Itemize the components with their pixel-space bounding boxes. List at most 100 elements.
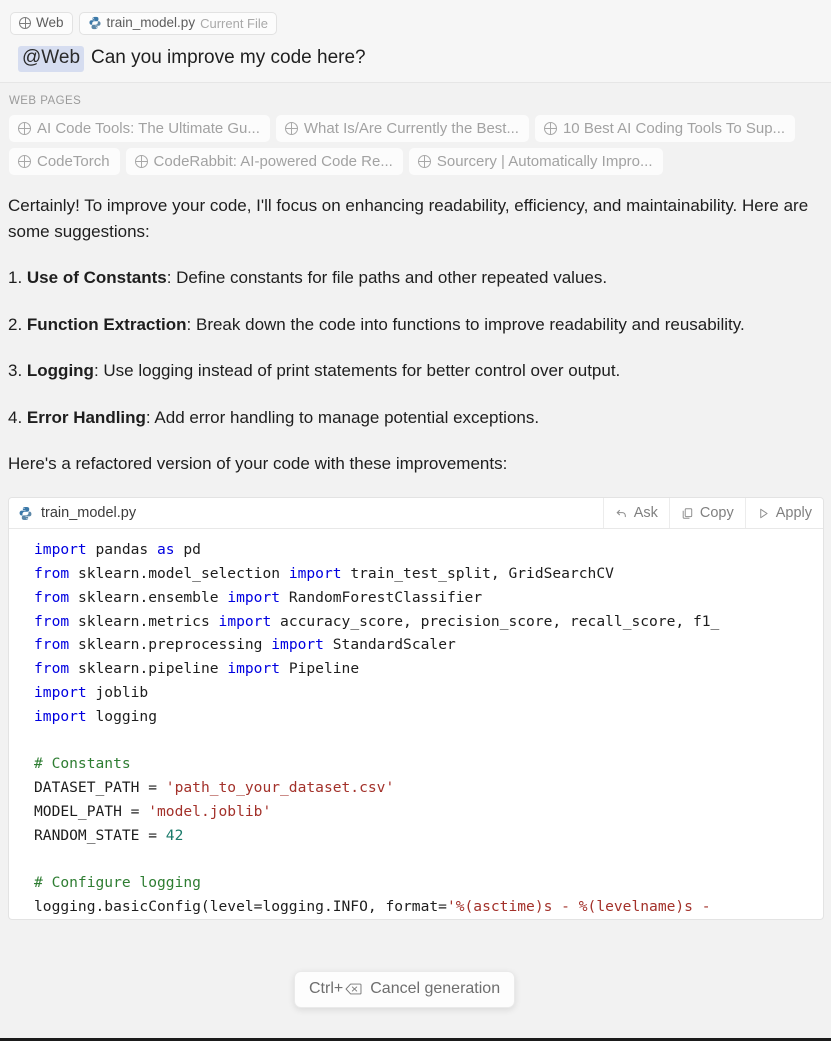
code-token: train_test_split, GridSearchCV — [341, 565, 614, 582]
code-token: Pipeline — [280, 660, 360, 678]
assistant-answer: Certainly! To improve your code, I'll fo… — [0, 185, 831, 477]
code-token: MODEL_PATH = — [34, 802, 149, 820]
code-block: train_model.py Ask Copy Apply import pan… — [8, 497, 824, 920]
context-chip-web[interactable]: Web — [10, 11, 73, 35]
cancel-shortcut-prefix: Ctrl+ — [309, 980, 344, 997]
code-block-actions: Ask Copy Apply — [602, 498, 823, 529]
code-token: 'model.joblib' — [148, 802, 272, 820]
code-token: from — [34, 636, 70, 654]
apply-button[interactable]: Apply — [744, 498, 823, 529]
web-pages-section: WEB PAGES AI Code Tools: The Ultimate Gu… — [0, 82, 831, 185]
code-token: accuracy_score, precision_score, recall_… — [271, 612, 720, 630]
code-line: from sklearn.ensemble import RandomFores… — [9, 586, 823, 610]
web-page-chip-label: Sourcery | Automatically Impro... — [436, 152, 653, 170]
web-pages-chip-list: AI Code Tools: The Ultimate Gu... What Is… — [0, 114, 831, 175]
answer-item-body: : Define constants for file paths and ot… — [166, 268, 608, 288]
answer-suggestion-item: 1. Use of Constants: Define constants fo… — [8, 265, 817, 291]
web-page-chip[interactable]: Sourcery | Automatically Impro... — [408, 147, 663, 175]
context-chip-file-sublabel: Current File — [200, 15, 268, 31]
answer-item-title: Error Handling — [26, 407, 146, 427]
code-token: import — [34, 707, 87, 725]
backspace-icon — [345, 983, 362, 995]
web-page-chip-label: CodeTorch — [37, 152, 110, 170]
globe-icon — [18, 121, 31, 135]
answer-item-body: : Break down the code into functions to … — [186, 314, 745, 334]
web-page-chip-label: What Is/Are Currently the Best... — [303, 119, 519, 137]
web-page-chip[interactable]: CodeRabbit: AI-powered Code Re... — [125, 147, 403, 175]
code-line: import pandas as pd — [9, 538, 823, 562]
answer-item-number: 3. — [8, 361, 27, 381]
apply-button-label: Apply — [775, 505, 812, 522]
code-token: pd — [174, 541, 201, 559]
undo-arrow-icon — [616, 509, 626, 517]
answer-item-title: Logging — [26, 361, 94, 381]
web-page-chip[interactable]: 10 Best AI Coding Tools To Sup... — [534, 114, 796, 142]
code-token: sklearn.model_selection — [69, 565, 289, 582]
answer-suggestion-item: 3. Logging: Use logging instead of print… — [8, 358, 817, 384]
web-page-chip[interactable]: What Is/Are Currently the Best... — [275, 114, 529, 142]
globe-icon — [417, 154, 431, 168]
prompt-text: Can you improve my code here? — [91, 47, 366, 68]
code-token: 'path_to_your_dataset.csv' — [165, 779, 395, 797]
answer-item-body: : Add error handling to manage potential… — [145, 407, 540, 427]
context-chip-file-label: train_model.py — [106, 15, 196, 31]
code-token: DATASET_PATH = — [34, 779, 166, 797]
code-line: # Constants — [9, 752, 823, 776]
code-block-content[interactable]: import pandas as pd from sklearn.model_se… — [9, 529, 823, 919]
code-token: import — [34, 541, 87, 559]
globe-icon — [134, 154, 148, 168]
code-line: import logging — [9, 705, 823, 729]
ask-button[interactable]: Ask — [602, 498, 669, 529]
code-token: from — [34, 612, 70, 630]
code-token: joblib — [86, 683, 149, 701]
code-token: pandas — [86, 541, 158, 559]
code-line: RANDOM_STATE = 42 — [9, 824, 823, 848]
web-pages-section-label: WEB PAGES — [9, 94, 82, 107]
prompt-mention-web[interactable]: @Web — [18, 46, 85, 72]
code-token: sklearn.preprocessing — [69, 636, 272, 654]
code-line: logging.basicConfig(level=logging.INFO, … — [9, 895, 823, 919]
code-line: DATASET_PATH = 'path_to_your_dataset.csv… — [9, 776, 823, 800]
answer-item-number: 2. — [8, 314, 27, 334]
cancel-generation-toast[interactable]: Ctrl+ Cancel generation — [294, 971, 516, 1008]
cancel-generation-label: Cancel generation — [370, 980, 501, 997]
code-token: import — [227, 588, 281, 606]
code-token: as — [157, 541, 175, 559]
code-line: from sklearn.preprocessing import Standa… — [9, 633, 823, 657]
web-page-chip-label: 10 Best AI Coding Tools To Sup... — [562, 119, 786, 137]
answer-item-title: Use of Constants — [26, 268, 167, 288]
code-token: import — [288, 565, 342, 582]
web-page-chip-label: AI Code Tools: The Ultimate Gu... — [37, 119, 260, 137]
copy-icon — [682, 508, 693, 519]
answer-item-body: : Use logging instead of print statement… — [93, 361, 621, 381]
code-token: RANDOM_STATE = — [34, 826, 166, 844]
context-chip-current-file[interactable]: train_model.py Current File — [78, 11, 277, 35]
code-token: sklearn.ensemble — [69, 588, 228, 606]
globe-icon — [284, 121, 298, 135]
python-icon — [19, 506, 32, 520]
code-token: logging — [86, 707, 158, 725]
web-page-chip[interactable]: CodeTorch — [9, 147, 120, 175]
answer-suggestion-item: 4. Error Handling: Add error handling to… — [8, 405, 817, 431]
cancel-shortcut: Ctrl+ — [309, 980, 362, 998]
answer-intro-paragraph: Certainly! To improve your code, I'll fo… — [8, 195, 809, 242]
web-page-chip[interactable]: AI Code Tools: The Ultimate Gu... — [9, 114, 270, 142]
code-token: from — [34, 660, 70, 678]
context-chip-web-label: Web — [36, 15, 64, 31]
play-triangle-icon — [759, 508, 768, 518]
web-page-chip-label: CodeRabbit: AI-powered Code Re... — [153, 152, 393, 170]
code-token: import — [271, 636, 324, 654]
code-token: sklearn.metrics — [69, 612, 219, 630]
answer-item-title: Function Extraction — [26, 314, 187, 334]
prompt-text-line[interactable]: @Web Can you improve my code here? — [0, 35, 831, 72]
code-block-header: train_model.py Ask Copy Apply — [9, 498, 823, 530]
code-token: '%(asctime)s - %(levelname)s - — [446, 898, 720, 916]
copy-button[interactable]: Copy — [668, 498, 745, 529]
globe-icon — [543, 121, 557, 135]
python-file-icon — [88, 16, 101, 30]
code-token: RandomForestClassifier — [280, 588, 483, 606]
code-token: 42 — [165, 826, 184, 844]
code-line: MODEL_PATH = 'model.joblib' — [9, 800, 823, 824]
